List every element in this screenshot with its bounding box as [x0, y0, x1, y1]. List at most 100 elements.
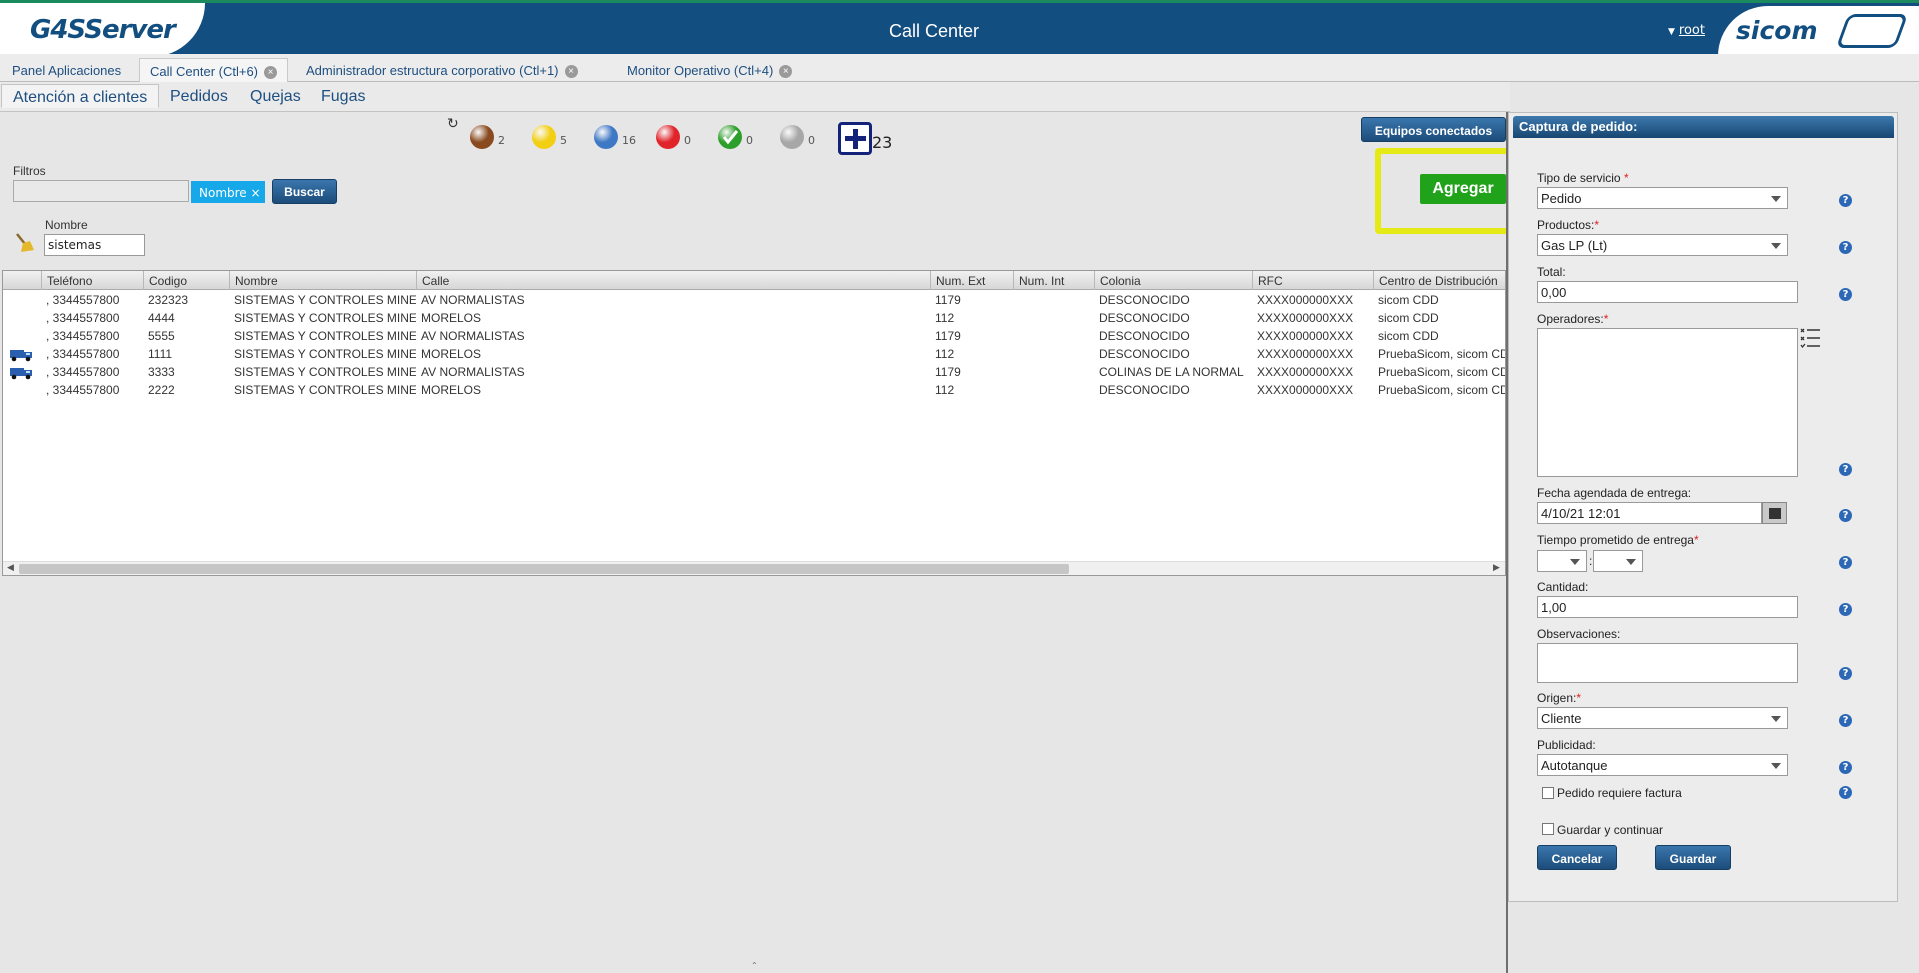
column-centro-distribucion[interactable]: Centro de Distribución [1373, 271, 1505, 290]
help-icon[interactable]: ? [1839, 241, 1852, 254]
filter-input[interactable] [13, 180, 189, 202]
truck-icon [10, 368, 32, 380]
table-row[interactable]: , 3344557800 232323 SISTEMAS Y CONTROLES M… [3, 291, 1505, 309]
publicidad-select[interactable]: Autotanque [1537, 754, 1788, 776]
column-num-int[interactable]: Num. Int [1013, 271, 1094, 290]
observaciones-textarea[interactable] [1537, 643, 1798, 683]
table-cell: PruebaSicom, sicom CDD [1378, 365, 1505, 379]
calendar-icon[interactable] [1762, 502, 1787, 524]
table-cell: SISTEMAS Y CONTROLES MINE [234, 293, 416, 307]
tab-fugas[interactable]: Fugas [310, 88, 376, 112]
table-cell: SISTEMAS Y CONTROLES MINE [234, 383, 416, 397]
fecha-input[interactable]: 4/10/21 12:01 [1537, 502, 1762, 524]
table-row[interactable]: , 3344557800 4444 SISTEMAS Y CONTROLES MIN… [3, 309, 1505, 327]
table-cell: 112 [935, 311, 955, 325]
tab-monitor-operativo[interactable]: Monitor Operativo (Ctl+4) × [617, 58, 802, 82]
dropdown-arrow-icon [1570, 559, 1580, 565]
scroll-right-icon[interactable]: ▶ [1493, 563, 1500, 573]
plus-icon[interactable] [838, 122, 872, 155]
column-colonia[interactable]: Colonia [1094, 271, 1252, 290]
tab-administrador[interactable]: Administrador estructura corporativo (Ct… [296, 58, 588, 82]
help-icon[interactable]: ? [1839, 786, 1852, 799]
total-label: Total: [1537, 265, 1566, 279]
help-icon[interactable]: ? [1839, 556, 1852, 569]
tiempo-minutes-select[interactable] [1593, 550, 1643, 572]
table-cell: 232323 [148, 293, 189, 307]
table-row[interactable]: , 3344557800 3333 SISTEMAS Y CONTROLES MIN… [3, 363, 1505, 381]
tab-label: Call Center (Ctl+6) [150, 64, 259, 79]
tab-atencion-clientes[interactable]: Atención a clientes [1, 84, 160, 108]
help-icon[interactable]: ? [1839, 509, 1852, 522]
help-icon[interactable]: ? [1839, 463, 1852, 476]
table-cell: XXXX000000XXX [1257, 329, 1354, 343]
connected-devices-button[interactable]: Equipos conectados [1361, 117, 1506, 142]
user-link[interactable]: root [1679, 23, 1705, 38]
reload-icon[interactable]: ↻ [447, 116, 459, 132]
table-cell [1013, 383, 1094, 399]
continuar-checkbox[interactable] [1542, 823, 1554, 835]
tipo-servicio-select[interactable]: Pedido [1537, 187, 1788, 209]
app-window: G4SServer Call Center ▼ root sicom Panel … [0, 0, 1919, 973]
table-cell: SISTEMAS Y CONTROLES MINE [234, 347, 416, 361]
resize-handle[interactable]: ⌃ [751, 961, 758, 970]
table-cell: AV NORMALISTAS [421, 293, 525, 307]
broom-icon[interactable] [14, 232, 36, 254]
help-icon[interactable]: ? [1839, 667, 1852, 680]
horizontal-scrollbar[interactable]: ◀ ▶ [3, 561, 1505, 575]
tiempo-hours-select[interactable] [1537, 550, 1587, 572]
cancel-button[interactable]: Cancelar [1537, 845, 1617, 870]
add-button[interactable]: Agregar [1420, 174, 1506, 204]
search-button[interactable]: Buscar [272, 179, 337, 204]
column-codigo[interactable]: Codigo [143, 271, 229, 290]
table-row[interactable]: , 3344557800 1111 SISTEMAS Y CONTROLES MIN… [3, 345, 1505, 363]
help-icon[interactable]: ? [1839, 714, 1852, 727]
table-cell: , 3344557800 [46, 293, 120, 307]
column-calle[interactable]: Calle [416, 271, 930, 290]
factura-checkbox[interactable] [1542, 787, 1554, 799]
table-cell [1013, 347, 1094, 363]
column-rfc[interactable]: RFC [1252, 271, 1373, 290]
sicom-emblem-icon [1835, 14, 1909, 48]
table-cell: XXXX000000XXX [1257, 311, 1354, 325]
cantidad-input[interactable]: 1,00 [1537, 596, 1798, 618]
user-menu[interactable]: ▼ root [1668, 23, 1705, 38]
scroll-left-icon[interactable]: ◀ [7, 563, 14, 573]
save-button[interactable]: Guardar [1655, 845, 1731, 870]
customers-table: Teléfono Codigo Nombre Calle Num. Ext Nu… [2, 270, 1506, 576]
close-icon[interactable]: × [779, 65, 793, 78]
filter-chip-nombre[interactable]: Nombre × [191, 181, 265, 203]
total-input[interactable]: 0,00 [1537, 281, 1798, 303]
column-telefono[interactable]: Teléfono [41, 271, 143, 290]
table-cell: XXXX000000XXX [1257, 383, 1354, 397]
tab-quejas[interactable]: Quejas [239, 88, 312, 112]
table-row[interactable]: , 3344557800 2222 SISTEMAS Y CONTROLES MIN… [3, 381, 1505, 399]
tab-panel-aplicaciones[interactable]: Panel Aplicaciones [2, 58, 131, 82]
table-cell: 1179 [935, 329, 961, 343]
checklist-icon[interactable] [1800, 326, 1822, 352]
dropdown-arrow-icon [1771, 716, 1781, 722]
scroll-thumb[interactable] [19, 564, 1069, 574]
dropdown-arrow-icon [1771, 763, 1781, 769]
origen-select[interactable]: Cliente [1537, 707, 1788, 729]
productos-select[interactable]: Gas LP (Lt) [1537, 234, 1788, 256]
help-icon[interactable]: ? [1839, 761, 1852, 774]
table-cell: 3333 [148, 365, 175, 379]
table-cell [1013, 311, 1094, 327]
table-cell: MORELOS [421, 383, 482, 397]
table-row[interactable]: , 3344557800 5555 SISTEMAS Y CONTROLES MIN… [3, 327, 1505, 345]
table-cell: PruebaSicom, sicom CDD [1378, 383, 1505, 397]
help-icon[interactable]: ? [1839, 194, 1852, 207]
tab-label: Panel Aplicaciones [12, 63, 122, 78]
column-num-ext[interactable]: Num. Ext [930, 271, 1013, 290]
help-icon[interactable]: ? [1839, 603, 1852, 616]
tab-call-center[interactable]: Call Center (Ctl+6) × [139, 58, 289, 82]
operadores-listbox[interactable] [1537, 328, 1798, 477]
close-icon[interactable]: × [264, 66, 278, 79]
dropdown-arrow-icon [1626, 559, 1636, 565]
table-cell: MORELOS [421, 311, 482, 325]
close-icon[interactable]: × [564, 65, 578, 78]
help-icon[interactable]: ? [1839, 288, 1852, 301]
name-input[interactable]: sistemas [44, 234, 145, 256]
tab-pedidos[interactable]: Pedidos [159, 88, 239, 112]
column-nombre[interactable]: Nombre [229, 271, 416, 290]
